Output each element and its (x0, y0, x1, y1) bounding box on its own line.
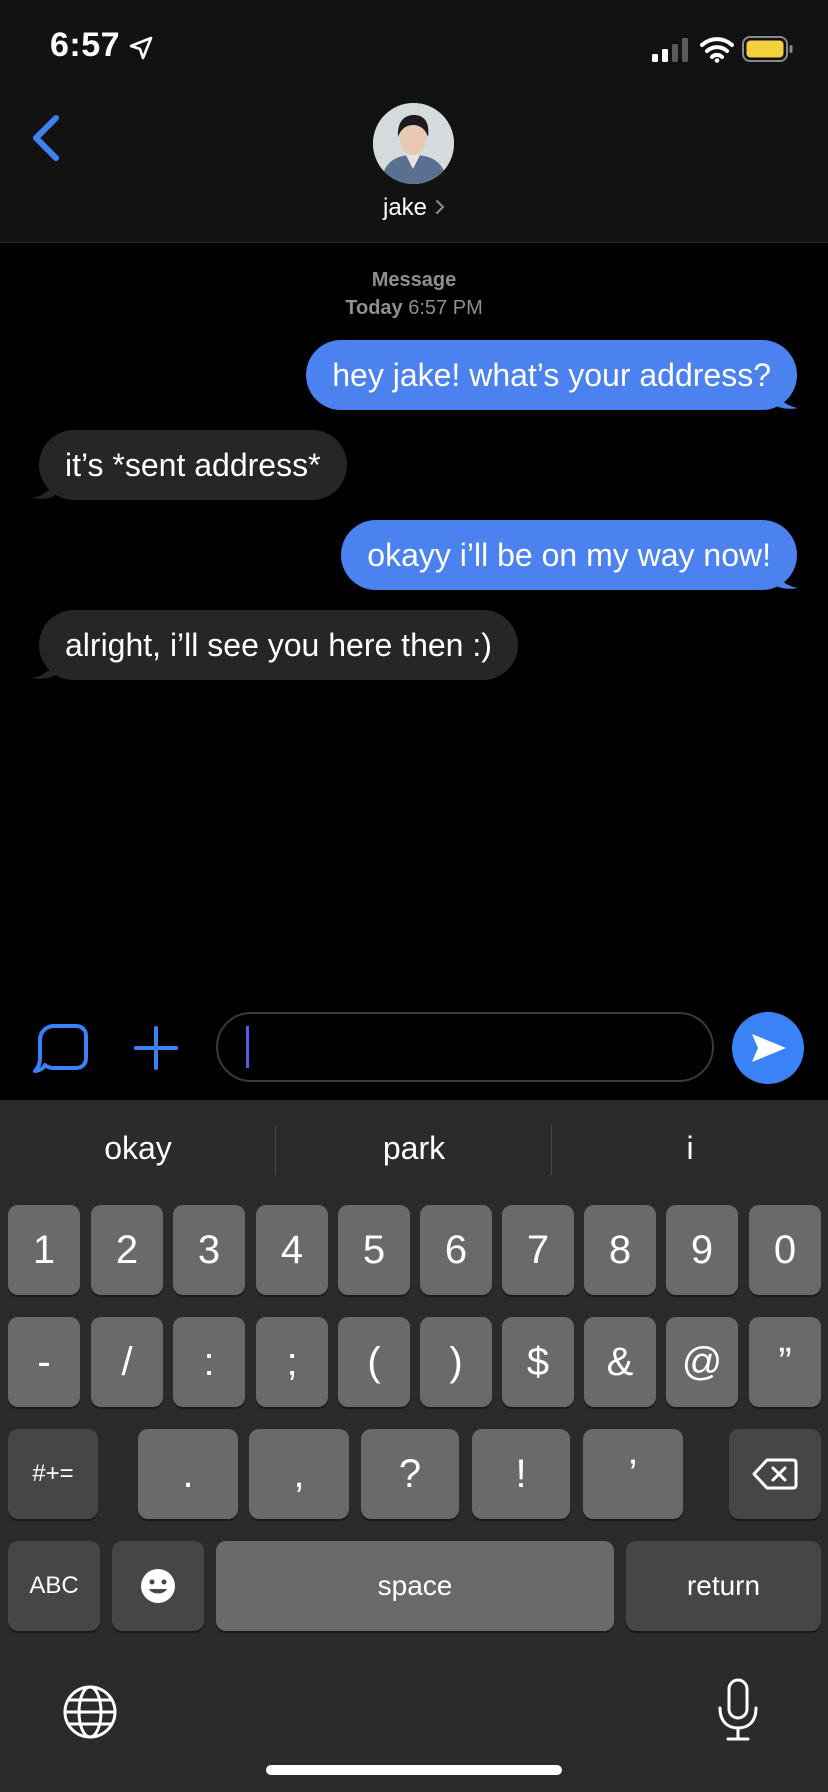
message-bubble-received[interactable]: alright, i’ll see you here then :) (39, 610, 518, 680)
message-bubble-sent[interactable]: hey jake! what’s your address? (306, 340, 797, 410)
key-close-paren[interactable]: ) (420, 1317, 492, 1407)
key-abc[interactable]: ABC (8, 1541, 100, 1631)
timestamp-day: Today (345, 297, 403, 319)
timestamp-time: 6:57 PM (408, 297, 483, 319)
suggestion-park[interactable]: park (276, 1130, 552, 1167)
suggestion-i[interactable]: i (552, 1130, 828, 1167)
key-3[interactable]: 3 (173, 1205, 245, 1295)
suggestion-okay[interactable]: okay (0, 1130, 276, 1167)
key-at[interactable]: @ (666, 1317, 738, 1407)
message-input[interactable] (216, 1012, 714, 1082)
send-button[interactable] (732, 1012, 804, 1084)
backspace-icon (752, 1458, 798, 1490)
send-arrow-icon (752, 1034, 786, 1062)
key-7[interactable]: 7 (502, 1205, 574, 1295)
globe-icon[interactable] (62, 1684, 118, 1740)
message-bubble-sent[interactable]: okayy i’ll be on my way now! (341, 520, 797, 590)
battery-icon (742, 36, 793, 62)
key-6[interactable]: 6 (420, 1205, 492, 1295)
location-arrow-icon (129, 36, 153, 60)
key-8[interactable]: 8 (584, 1205, 656, 1295)
contact-name-label: jake (382, 194, 428, 221)
key-dollar[interactable]: $ (502, 1317, 574, 1407)
home-indicator (266, 1765, 562, 1775)
chevron-right-icon (436, 200, 445, 214)
key-period[interactable]: . (138, 1429, 238, 1519)
plus-icon[interactable] (132, 1024, 180, 1072)
key-comma[interactable]: , (249, 1429, 349, 1519)
key-ampersand[interactable]: & (584, 1317, 656, 1407)
wifi-icon (700, 37, 734, 63)
microphone-icon[interactable] (716, 1678, 760, 1742)
key-hyphen[interactable]: - (8, 1317, 80, 1407)
return-key[interactable]: return (626, 1541, 821, 1631)
key-quote[interactable]: ” (749, 1317, 821, 1407)
emoji-key[interactable] (112, 1541, 204, 1631)
bubble-tail (32, 650, 58, 679)
key-5[interactable]: 5 (338, 1205, 410, 1295)
space-key[interactable]: space (216, 1541, 614, 1631)
back-button[interactable] (26, 112, 66, 164)
key-apostrophe[interactable]: ’ (583, 1429, 683, 1519)
key-colon[interactable]: : (173, 1317, 245, 1407)
delete-key[interactable] (729, 1429, 821, 1519)
key-1[interactable]: 1 (8, 1205, 80, 1295)
service-label: Message (371, 269, 457, 291)
key-open-paren[interactable]: ( (338, 1317, 410, 1407)
thread-timestamp: Message Today 6:57 PM (0, 266, 828, 322)
bubble-tail (772, 560, 798, 589)
key-question[interactable]: ? (361, 1429, 459, 1519)
bubble-tail (32, 470, 58, 499)
key-9[interactable]: 9 (666, 1205, 738, 1295)
avatar-photo (373, 103, 454, 184)
status-time: 6:57 (50, 26, 121, 64)
key-2[interactable]: 2 (91, 1205, 163, 1295)
key-semicolon[interactable]: ; (256, 1317, 328, 1407)
contact-avatar[interactable] (373, 103, 454, 184)
app-store-icon[interactable] (32, 1022, 90, 1074)
emoji-icon (141, 1569, 175, 1603)
bubble-tail (772, 380, 798, 409)
contact-name[interactable]: jake (0, 194, 828, 222)
cellular-signal-icon (652, 38, 688, 62)
key-slash[interactable]: / (91, 1317, 163, 1407)
message-bubble-received[interactable]: it’s *sent address* (39, 430, 347, 500)
key-symbols[interactable]: #+= (8, 1429, 98, 1519)
key-exclamation[interactable]: ! (472, 1429, 570, 1519)
text-cursor (246, 1026, 249, 1068)
key-0[interactable]: 0 (749, 1205, 821, 1295)
key-4[interactable]: 4 (256, 1205, 328, 1295)
